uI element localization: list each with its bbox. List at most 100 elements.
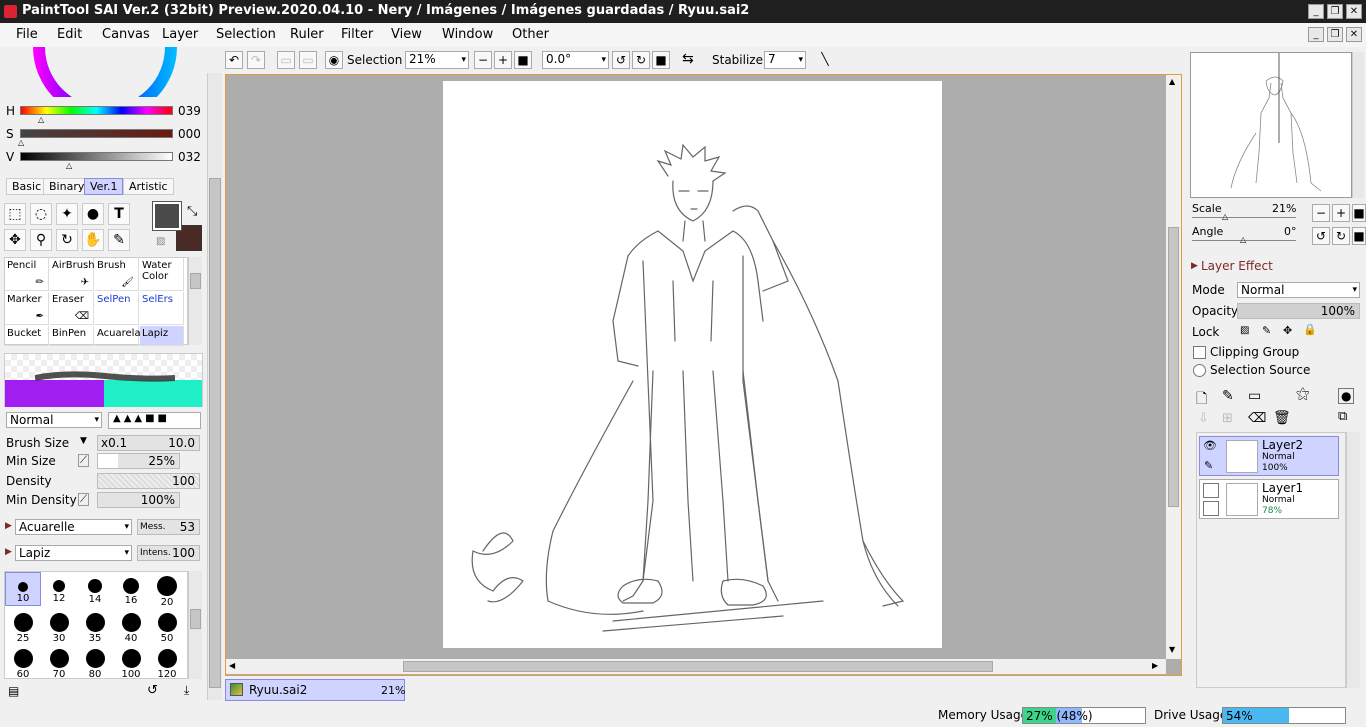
brush-size-dropdown-icon[interactable]: ▼ — [80, 436, 87, 446]
brush-size-slider[interactable]: x0.1 10.0 — [97, 435, 200, 451]
scale-down-icon[interactable]: − — [1312, 204, 1330, 222]
clipping-group-checkbox[interactable] — [1193, 346, 1206, 359]
brush-size-preset[interactable]: 30 — [41, 608, 77, 644]
min-density-slider[interactable]: 100% — [97, 492, 180, 508]
shape-icon[interactable]: ● — [82, 203, 104, 225]
brush-size-preset[interactable]: 10 — [5, 572, 41, 606]
rect-select-icon[interactable]: ⬚ — [4, 203, 26, 225]
canvas-vscroll-thumb[interactable] — [1168, 227, 1179, 507]
doc-minimize-icon[interactable]: _ — [1308, 27, 1324, 42]
reset-icon[interactable]: ↺ — [147, 683, 158, 698]
hue-slider[interactable] — [20, 106, 173, 115]
stabilizer-select[interactable]: 7 ▾ — [764, 51, 806, 69]
canvas-paper[interactable] — [443, 81, 942, 648]
magic-wand-icon[interactable]: ✦ — [56, 203, 78, 225]
brush-lapiz[interactable]: Lapiz — [140, 326, 184, 346]
texture1-select[interactable]: Acuarelle ▾ — [15, 519, 132, 535]
blend-mode-select[interactable]: Normal ▾ — [6, 412, 102, 428]
swap-colors-icon[interactable]: ⤡ — [187, 204, 197, 219]
pressure-icon[interactable]: ⟋ — [78, 454, 89, 467]
brush-size-preset[interactable]: 14 — [77, 572, 113, 606]
texture2-select[interactable]: Lapiz ▾ — [15, 545, 132, 561]
brush-size-preset[interactable]: 100 — [113, 644, 149, 678]
deselect-icon[interactable]: ▭ — [277, 51, 295, 69]
brush-brush[interactable]: Brush 🖌 — [95, 258, 139, 291]
angle-select[interactable]: 0.0° ▾ — [542, 51, 609, 69]
rotate-ccw-icon[interactable]: ↺ — [612, 51, 630, 69]
saturation-slider-handle[interactable]: △ — [18, 138, 24, 147]
menu-selection[interactable]: Selection — [216, 27, 276, 42]
canvas-vertical-scrollbar[interactable]: ▲ ▼ — [1166, 75, 1181, 659]
new-layer-icon[interactable]: 🗋 — [1196, 388, 1207, 412]
brush-eraser[interactable]: Eraser ⌫ — [50, 292, 94, 325]
menu-other[interactable]: Other — [512, 27, 549, 42]
transparent-color-icon[interactable]: ▨ — [156, 236, 165, 247]
color-wheel[interactable] — [25, 47, 185, 97]
zoom-out-icon[interactable]: − — [474, 51, 492, 69]
brush-size-preset[interactable]: 12 — [41, 572, 77, 606]
brush-size-preset[interactable]: 20 — [149, 572, 185, 608]
mask-icon[interactable]: ● — [1338, 388, 1355, 404]
menu-edit[interactable]: Edit — [57, 27, 82, 42]
size-grid-scrollbar[interactable] — [188, 571, 202, 679]
close-icon[interactable]: ✕ — [1346, 4, 1362, 19]
restore-icon[interactable]: ❐ — [1327, 4, 1343, 19]
new-folder-icon[interactable]: ▭ — [1248, 388, 1261, 404]
flip-horizontal-icon[interactable]: ⇆ — [682, 51, 694, 67]
brush-shape-selector[interactable]: ▲▲▲■■ — [108, 412, 201, 429]
brush-binpen[interactable]: BinPen — [50, 326, 94, 346]
hue-slider-handle[interactable]: △ — [38, 115, 44, 124]
zoom-in-icon[interactable]: + — [494, 51, 512, 69]
tab-ver1[interactable]: Ver.1 — [84, 178, 124, 195]
brush-size-preset[interactable]: 16 — [113, 572, 149, 606]
brush-size-preset[interactable]: 50 — [149, 608, 185, 644]
doc-restore-icon[interactable]: ❐ — [1327, 27, 1343, 42]
saturation-slider[interactable] — [20, 129, 173, 138]
clear-layer-icon[interactable]: ⌫ — [1248, 411, 1266, 426]
angle-slider-handle[interactable]: △ — [1240, 235, 1246, 244]
document-tab[interactable]: Ryuu.sai2 21% — [225, 679, 405, 701]
rotate-icon[interactable]: ↻ — [56, 229, 78, 251]
undo-icon[interactable]: ↶ — [225, 51, 243, 69]
menu-view[interactable]: View — [391, 27, 422, 42]
scroll-left-icon[interactable]: ◀ — [229, 661, 235, 670]
layer-effect-label[interactable]: Layer Effect — [1201, 259, 1273, 273]
opacity-slider[interactable]: 100% — [1237, 303, 1360, 319]
brush-watercolor[interactable]: Water Color — [140, 258, 184, 291]
brush-size-preset[interactable]: 120 — [149, 644, 185, 678]
navigator-scrollbar[interactable] — [1352, 52, 1364, 198]
lock-all-icon[interactable]: 🔒 — [1303, 323, 1317, 336]
brush-size-preset[interactable]: 70 — [41, 644, 77, 678]
redo-icon[interactable]: ↷ — [247, 51, 265, 69]
brush-selers[interactable]: SelErs — [140, 292, 184, 325]
zoom-select[interactable]: 21% ▾ — [405, 51, 469, 69]
tab-basic[interactable]: Basic — [6, 178, 48, 195]
layer-item-layer1[interactable]: Layer1 Normal 78% — [1199, 479, 1339, 519]
zoom-reset-icon[interactable]: ■ — [514, 51, 532, 69]
texture1-param[interactable]: Mess. 53 — [137, 519, 200, 535]
menu-layer[interactable]: Layer — [162, 27, 198, 42]
canvas-hscroll-thumb[interactable] — [403, 661, 993, 672]
brush-size-preset[interactable]: 60 — [5, 644, 41, 678]
rotate-cw-icon[interactable]: ↻ — [632, 51, 650, 69]
expand-arrow-icon[interactable]: ▶ — [5, 547, 12, 557]
layer-list-scrollbar[interactable] — [1346, 432, 1360, 688]
navigator-preview[interactable] — [1190, 52, 1352, 198]
left-panel-scroll-thumb[interactable] — [209, 178, 221, 688]
eye-icon[interactable]: ◉ — [325, 51, 343, 69]
minimize-icon[interactable]: _ — [1308, 4, 1324, 19]
scale-reset-icon[interactable]: ■ — [1352, 204, 1366, 222]
expand-arrow-icon[interactable]: ▶ — [1191, 261, 1198, 271]
straight-line-icon[interactable]: ╲ — [816, 51, 834, 69]
expand-arrow-icon[interactable]: ▶ — [5, 521, 12, 531]
texture2-param[interactable]: Intens. 100 — [137, 545, 200, 561]
layer-effect-icon[interactable]: ⚝ — [1296, 386, 1310, 402]
menu-canvas[interactable]: Canvas — [102, 27, 150, 42]
move-icon[interactable]: ✥ — [4, 229, 26, 251]
scroll-up-icon[interactable]: ▲ — [1169, 77, 1175, 86]
primary-color-swatch[interactable] — [152, 201, 182, 231]
delete-layer-icon[interactable]: 🗑 — [1273, 410, 1291, 426]
brush-size-preset[interactable]: 25 — [5, 608, 41, 644]
menu-ruler[interactable]: Ruler — [290, 27, 324, 42]
brush-size-preset[interactable]: 40 — [113, 608, 149, 644]
